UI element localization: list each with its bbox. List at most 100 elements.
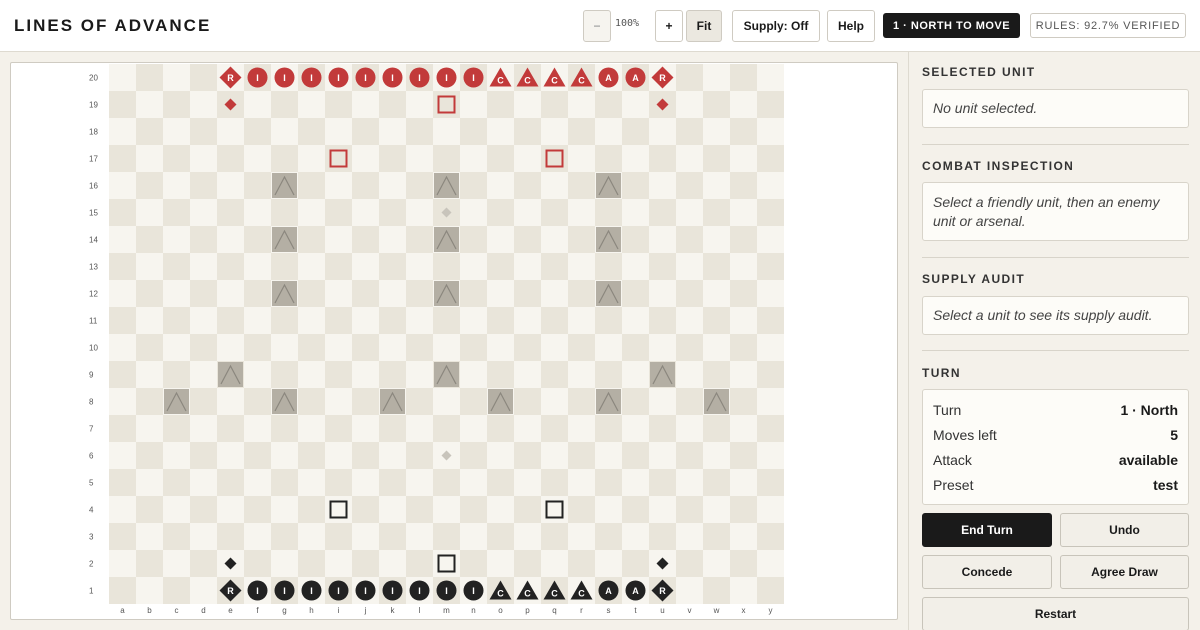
board-square[interactable]	[109, 523, 136, 550]
board-square[interactable]	[379, 172, 406, 199]
board-square[interactable]	[271, 91, 298, 118]
board-square[interactable]	[514, 550, 541, 577]
board-square[interactable]	[595, 118, 622, 145]
board-square[interactable]	[379, 442, 406, 469]
board-square[interactable]	[298, 226, 325, 253]
board-square[interactable]	[703, 496, 730, 523]
board-square[interactable]	[352, 118, 379, 145]
board-square[interactable]	[568, 199, 595, 226]
board-square[interactable]	[190, 64, 217, 91]
board-square[interactable]	[730, 307, 757, 334]
north-circle-unit[interactable]: I	[301, 580, 322, 601]
board-square[interactable]	[568, 550, 595, 577]
board-square[interactable]	[703, 442, 730, 469]
board-square[interactable]	[622, 334, 649, 361]
board-square[interactable]	[676, 550, 703, 577]
board-square[interactable]	[541, 118, 568, 145]
board-square[interactable]	[649, 253, 676, 280]
board-square[interactable]	[703, 361, 730, 388]
restart-button[interactable]: Restart	[922, 597, 1189, 630]
board-square[interactable]	[757, 307, 784, 334]
board-square[interactable]	[379, 91, 406, 118]
board-square[interactable]	[136, 280, 163, 307]
board-square[interactable]	[190, 415, 217, 442]
board-square[interactable]	[217, 145, 244, 172]
board-square[interactable]	[163, 226, 190, 253]
board-square[interactable]	[730, 145, 757, 172]
board-square[interactable]	[487, 199, 514, 226]
board-square[interactable]	[352, 361, 379, 388]
board-square[interactable]	[163, 496, 190, 523]
board-square[interactable]	[325, 442, 352, 469]
board-square[interactable]	[271, 145, 298, 172]
board-square[interactable]	[460, 145, 487, 172]
board-square[interactable]	[406, 523, 433, 550]
board-square[interactable]	[163, 172, 190, 199]
board-square[interactable]	[163, 334, 190, 361]
board-square[interactable]	[298, 469, 325, 496]
board-square[interactable]	[325, 550, 352, 577]
board-square[interactable]	[649, 469, 676, 496]
board-square[interactable]	[325, 334, 352, 361]
board-square[interactable]	[406, 91, 433, 118]
board-square[interactable]	[487, 145, 514, 172]
board-square[interactable]	[649, 334, 676, 361]
board-square[interactable]	[649, 145, 676, 172]
board-square[interactable]	[757, 388, 784, 415]
board-square[interactable]	[730, 172, 757, 199]
board-square[interactable]	[244, 253, 271, 280]
zoom-out-button[interactable]: −	[583, 10, 611, 42]
board-square[interactable]	[541, 496, 568, 523]
board-square[interactable]	[649, 226, 676, 253]
board-square[interactable]	[109, 280, 136, 307]
board-square[interactable]	[379, 226, 406, 253]
board-square[interactable]	[703, 145, 730, 172]
board-square[interactable]	[622, 442, 649, 469]
board-square[interactable]	[298, 442, 325, 469]
board-square[interactable]	[136, 172, 163, 199]
board-square[interactable]	[622, 253, 649, 280]
board-square[interactable]	[298, 253, 325, 280]
board-square[interactable]	[433, 145, 460, 172]
board-square[interactable]	[514, 388, 541, 415]
board-square[interactable]	[325, 496, 352, 523]
board-square[interactable]	[703, 469, 730, 496]
board-square[interactable]	[298, 145, 325, 172]
board-square[interactable]	[487, 496, 514, 523]
board-square[interactable]	[298, 550, 325, 577]
board-square[interactable]	[514, 523, 541, 550]
board-square[interactable]	[757, 334, 784, 361]
board-square[interactable]	[757, 226, 784, 253]
north-circle-unit[interactable]: I	[409, 580, 430, 601]
board-square[interactable]	[676, 64, 703, 91]
agree-draw-button[interactable]: Agree Draw	[1060, 555, 1189, 589]
north-circle-unit[interactable]: I	[328, 580, 349, 601]
board-square[interactable]	[163, 550, 190, 577]
board-square[interactable]	[244, 145, 271, 172]
board-square[interactable]	[460, 253, 487, 280]
board-square[interactable]	[487, 361, 514, 388]
board-square[interactable]	[649, 118, 676, 145]
board-square[interactable]	[190, 523, 217, 550]
board-square[interactable]	[298, 199, 325, 226]
board-square[interactable]	[136, 388, 163, 415]
board-square[interactable]	[298, 172, 325, 199]
board-square[interactable]	[676, 388, 703, 415]
board-square[interactable]	[136, 361, 163, 388]
board-square[interactable]	[649, 307, 676, 334]
board-square[interactable]	[190, 361, 217, 388]
north-circle-unit[interactable]: I	[463, 580, 484, 601]
board-square[interactable]	[163, 523, 190, 550]
board-square[interactable]	[244, 469, 271, 496]
board-square[interactable]	[460, 91, 487, 118]
board-square[interactable]	[217, 523, 244, 550]
board-square[interactable]	[676, 334, 703, 361]
zoom-in-button[interactable]: +	[655, 10, 683, 42]
board-square[interactable]	[514, 334, 541, 361]
board-square[interactable]	[703, 64, 730, 91]
board-square[interactable]	[433, 307, 460, 334]
board-square[interactable]	[271, 469, 298, 496]
board-square[interactable]	[325, 361, 352, 388]
board-square[interactable]	[595, 496, 622, 523]
board-square[interactable]	[406, 307, 433, 334]
